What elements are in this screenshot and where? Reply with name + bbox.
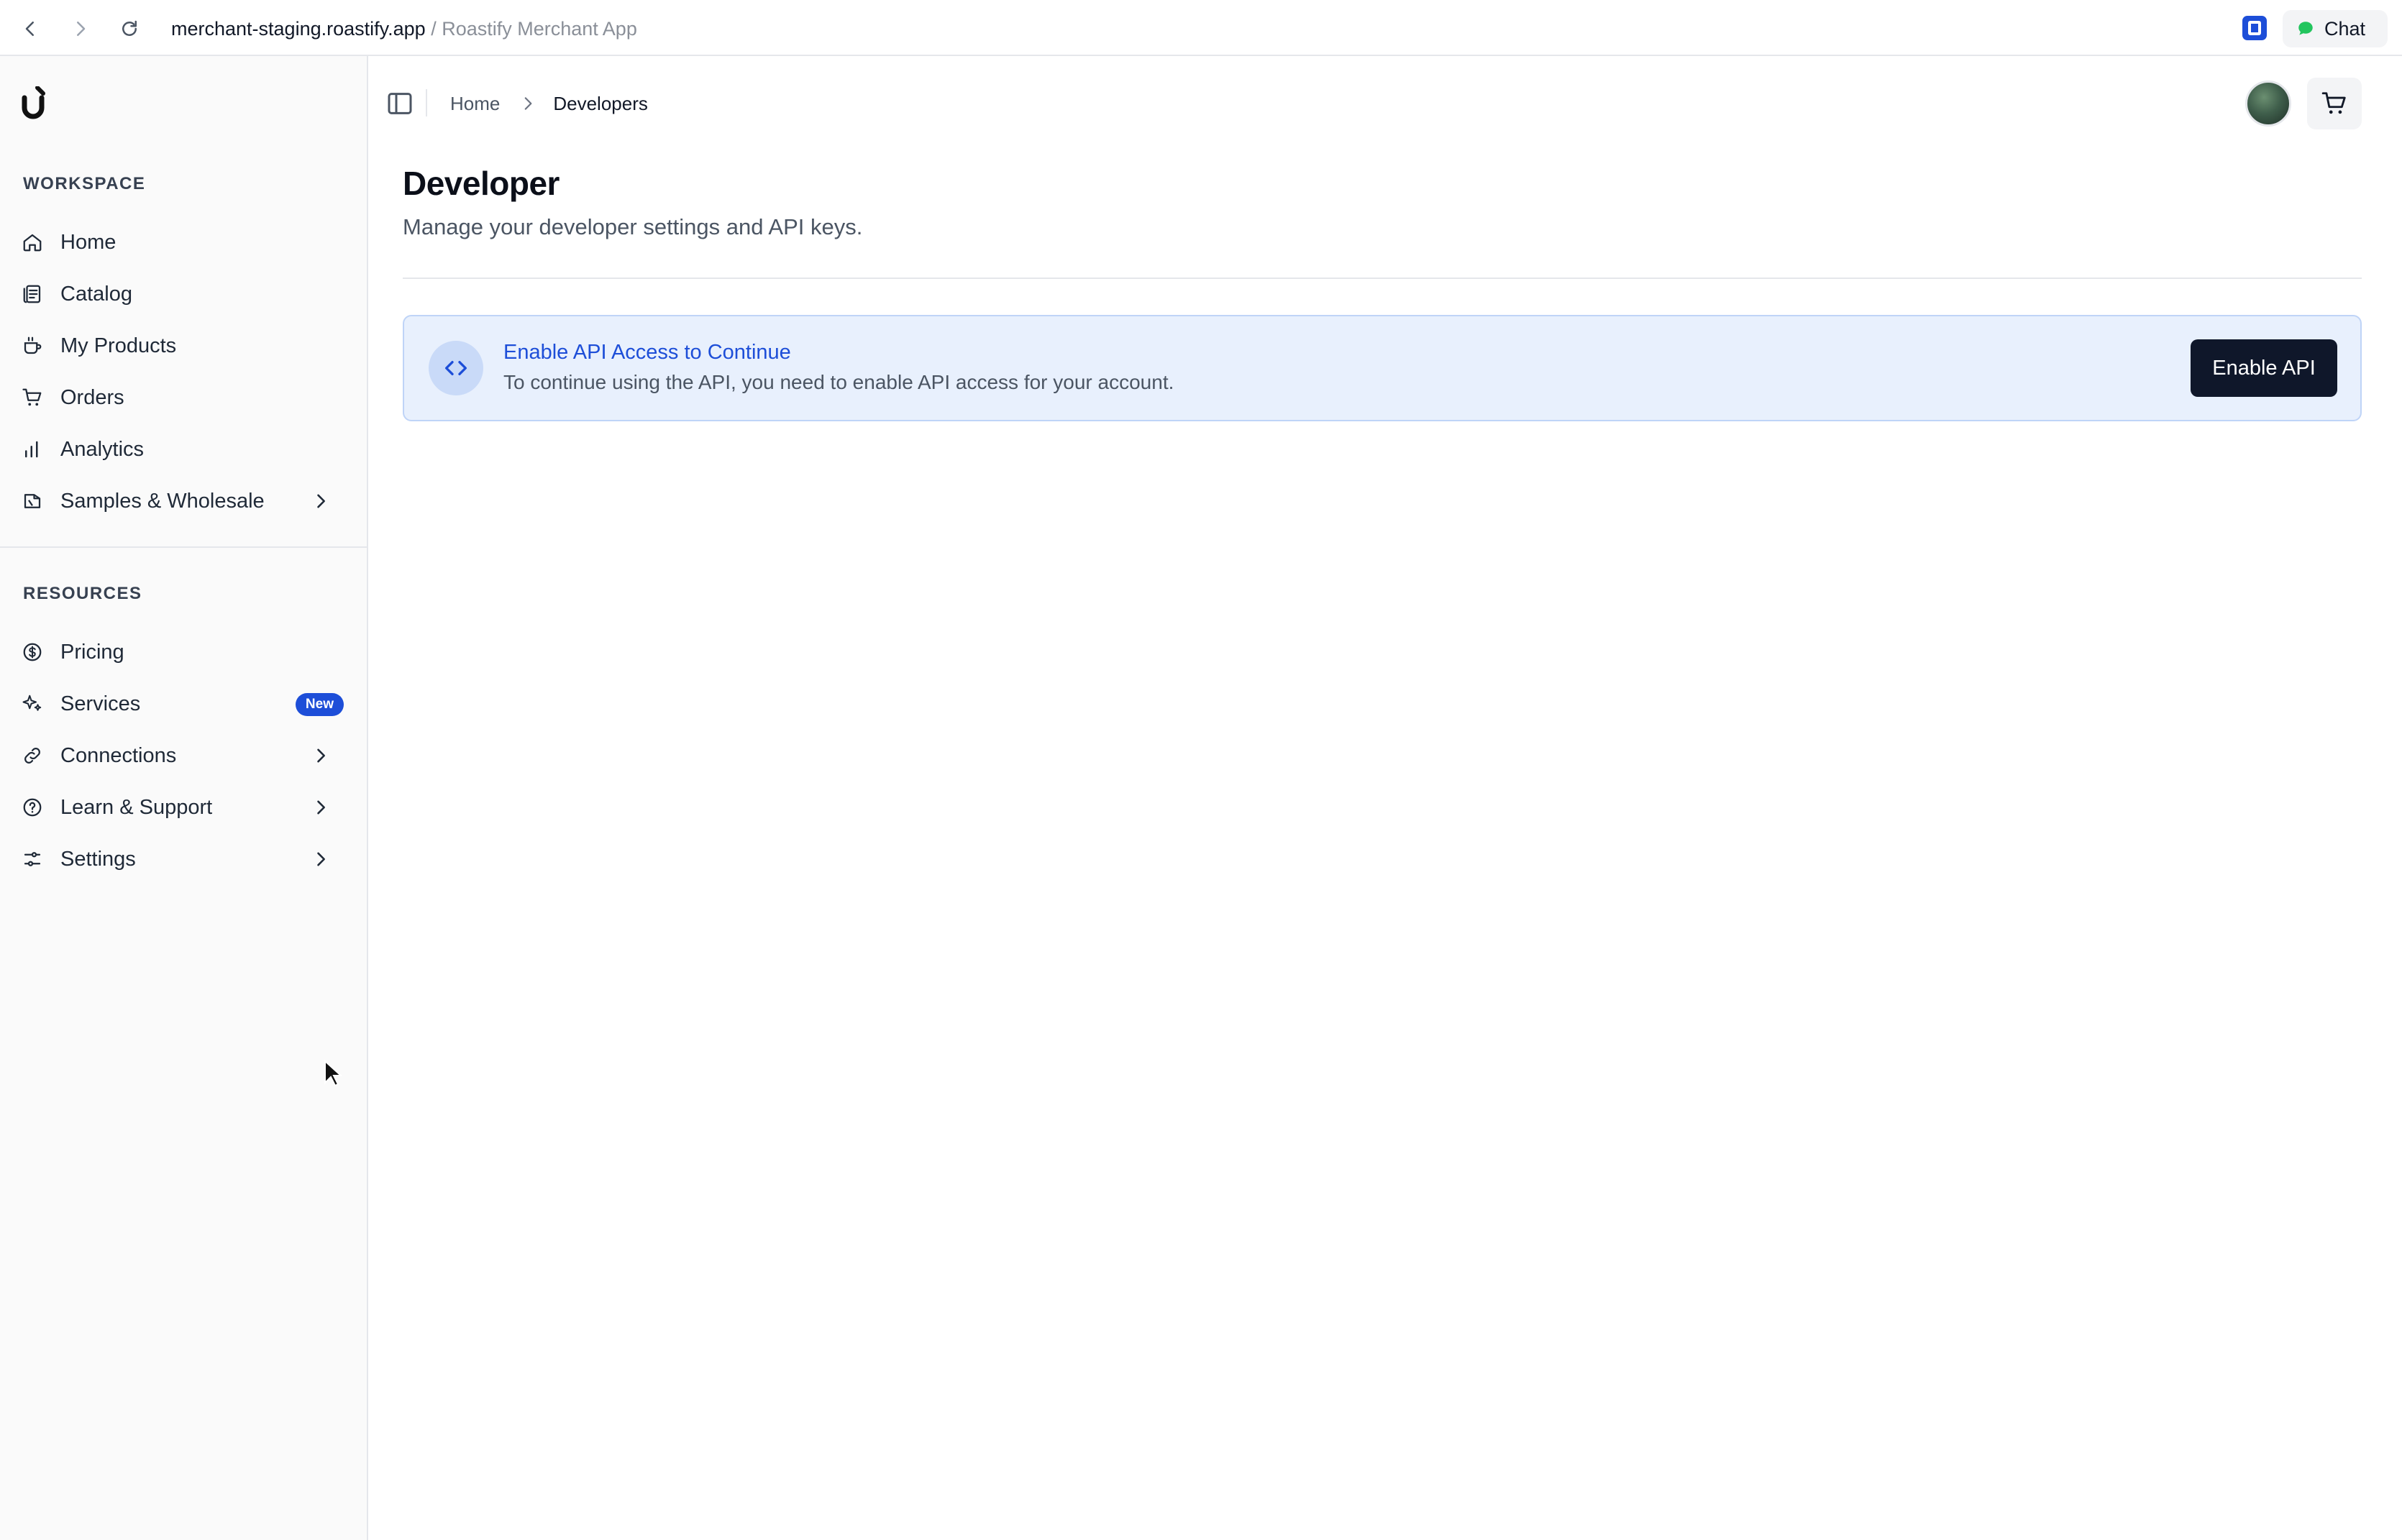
- sidebar-item-learn-support[interactable]: Learn & Support: [13, 785, 347, 830]
- forward-button[interactable]: [66, 14, 95, 43]
- address-bar[interactable]: merchant-staging.roastify.app / Roastify…: [171, 16, 637, 42]
- sidebar-item-label: Pricing: [60, 640, 124, 664]
- cart-icon: [2321, 92, 2346, 114]
- sidebar-item-label: Learn & Support: [60, 795, 213, 819]
- enable-api-button[interactable]: Enable API: [2191, 339, 2337, 397]
- chat-button[interactable]: Chat: [2283, 10, 2388, 47]
- url-separator: /: [425, 18, 442, 40]
- extension-icon[interactable]: [2242, 16, 2267, 40]
- chevron-right-icon: [77, 22, 86, 36]
- app-window: merchant-staging.roastify.app / Roastify…: [0, 0, 2402, 1540]
- sidebar-item-label: Analytics: [60, 437, 145, 461]
- dollar-circle-icon: [20, 640, 45, 664]
- code-icon: [429, 341, 483, 395]
- catalog-icon: [20, 282, 45, 306]
- page-subtitle: Manage your developer settings and API k…: [403, 214, 863, 239]
- sidebar-item-settings[interactable]: Settings: [13, 837, 347, 881]
- breadcrumb: Home Developers: [450, 91, 648, 116]
- sidebar-item-label: Services: [60, 692, 141, 715]
- browser-toolbar: merchant-staging.roastify.app / Roastify…: [0, 0, 2402, 56]
- chevron-left-icon: [25, 22, 34, 36]
- banner-text: To continue using the API, you need to e…: [503, 371, 1174, 393]
- resources-section-title: RESOURCES: [23, 584, 142, 603]
- sidebar-item-label: Settings: [60, 847, 136, 871]
- roastify-logo-icon[interactable]: [20, 86, 49, 119]
- chat-label: Chat: [2324, 17, 2366, 40]
- breadcrumb-current: Developers: [553, 92, 648, 114]
- reload-button[interactable]: [115, 14, 144, 43]
- banner-title: Enable API Access to Continue: [503, 341, 791, 364]
- sliders-icon: [20, 847, 45, 871]
- sidebar-toggle-icon[interactable]: [385, 89, 414, 118]
- sidebar-item-services[interactable]: Services New: [13, 682, 347, 726]
- bar-chart-icon: [20, 437, 45, 462]
- coffee-cup-icon: [20, 334, 45, 358]
- sidebar-item-label: Home: [60, 230, 117, 254]
- tab-title: Roastify Merchant App: [442, 18, 637, 40]
- sidebar-item-pricing[interactable]: Pricing: [13, 630, 347, 674]
- new-badge: New: [295, 693, 344, 716]
- sidebar-item-label: Connections: [60, 743, 177, 767]
- avatar[interactable]: [2245, 81, 2291, 127]
- reload-icon: [122, 20, 137, 36]
- breadcrumb-home[interactable]: Home: [450, 93, 500, 115]
- sidebar-item-label: Catalog: [60, 282, 132, 306]
- sidebar-item-samples-wholesale[interactable]: Samples & Wholesale: [13, 479, 347, 523]
- sidebar-item-home[interactable]: Home: [13, 220, 347, 265]
- header-separator: [426, 89, 427, 116]
- sparkles-icon: [20, 692, 45, 716]
- sidebar-item-orders[interactable]: Orders: [13, 375, 347, 420]
- back-button[interactable]: [16, 14, 45, 43]
- sidebar-item-label: My Products: [60, 334, 177, 357]
- chevron-right-icon: [525, 97, 532, 110]
- sidebar-item-connections[interactable]: Connections: [13, 733, 347, 778]
- content-divider: [403, 278, 2362, 279]
- chevron-right-icon: [317, 494, 325, 508]
- workspace-section-title: WORKSPACE: [23, 174, 146, 193]
- home-icon: [20, 230, 45, 255]
- cart-button[interactable]: [2307, 78, 2362, 129]
- sidebar-item-label: Samples & Wholesale: [60, 489, 265, 513]
- chevron-right-icon: [317, 800, 325, 815]
- page-title: Developer: [403, 165, 560, 202]
- chevron-right-icon: [317, 748, 325, 763]
- sidebar-divider: [0, 546, 367, 548]
- chat-bubble-icon: [2298, 22, 2313, 35]
- link-icon: [20, 743, 45, 768]
- mouse-cursor-icon: [324, 1060, 342, 1087]
- help-circle-icon: [20, 795, 45, 820]
- api-access-banner: Enable API Access to Continue To continu…: [403, 315, 2362, 421]
- url-host: merchant-staging.roastify.app: [171, 18, 426, 40]
- sidebar-item-catalog[interactable]: Catalog: [13, 272, 347, 316]
- sidebar-item-my-products[interactable]: My Products: [13, 324, 347, 368]
- chevron-right-icon: [317, 852, 325, 866]
- sidebar-item-analytics[interactable]: Analytics: [13, 427, 347, 472]
- sidebar: WORKSPACE Home Catalog My Products Order…: [0, 56, 368, 1540]
- cart-icon: [20, 385, 45, 410]
- sidebar-item-label: Orders: [60, 385, 124, 409]
- package-icon: [20, 489, 45, 513]
